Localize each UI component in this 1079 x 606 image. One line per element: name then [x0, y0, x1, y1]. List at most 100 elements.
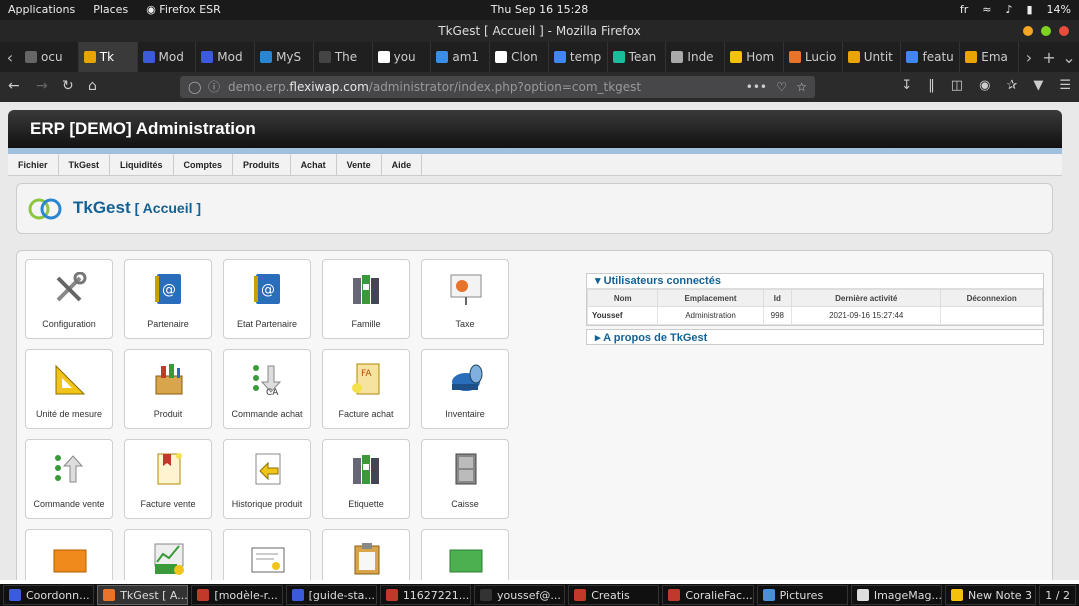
url-bar[interactable]: ◯ ⓘ demo.erp.flexiwap.com/administrator/…	[180, 76, 815, 98]
menu-icon[interactable]: ☰	[1059, 78, 1071, 93]
browser-tab[interactable]: Mod	[138, 42, 197, 72]
tab-scroll-right-icon[interactable]: ›	[1019, 48, 1039, 67]
taskbar-window[interactable]: youssef@...	[474, 585, 566, 605]
browser-tab[interactable]: you	[373, 42, 432, 72]
browser-tab[interactable]: Tean	[608, 42, 667, 72]
card-historique-produit[interactable]: Historique produit	[223, 439, 311, 519]
bookmark-star-icon[interactable]: ☆	[796, 76, 807, 98]
card-taxe[interactable]: Taxe	[421, 259, 509, 339]
menu-produits[interactable]: Produits	[233, 154, 291, 175]
pocket-icon[interactable]: ♡	[776, 76, 787, 98]
card-label: Facture vente	[140, 499, 196, 509]
browser-tab[interactable]: ocu	[20, 42, 79, 72]
card-clipboard[interactable]	[322, 529, 410, 580]
card-orange-card[interactable]	[25, 529, 113, 580]
card-famille[interactable]: Famille	[322, 259, 410, 339]
browser-tab[interactable]: temp	[549, 42, 608, 72]
taskbar-window[interactable]: 11627221...	[379, 585, 472, 605]
browser-tab[interactable]: Inde	[666, 42, 726, 72]
browser-tab[interactable]: MyS	[255, 42, 314, 72]
card-certificate[interactable]	[223, 529, 311, 580]
wifi-icon[interactable]: ≈	[982, 3, 991, 16]
info-icon[interactable]: ⓘ	[208, 76, 220, 98]
menu-comptes[interactable]: Comptes	[174, 154, 234, 175]
back-icon[interactable]: ←	[8, 78, 20, 94]
column-header[interactable]: Emplacement	[657, 289, 764, 307]
home-icon[interactable]: ⌂	[88, 78, 97, 94]
keyboard-layout[interactable]: fr	[960, 3, 968, 16]
card-green-card[interactable]	[421, 529, 509, 580]
card-commande-achat[interactable]: CA Commande achat	[223, 349, 311, 429]
card-etat-partenaire[interactable]: @ Etat Partenaire	[223, 259, 311, 339]
sidebar-icon[interactable]: ◫	[951, 78, 963, 93]
browser-tab[interactable]: Untit	[843, 42, 902, 72]
card-facture-vente[interactable]: Facture vente	[124, 439, 212, 519]
browser-tab[interactable]: Lucio	[784, 42, 843, 72]
menu-fichier[interactable]: Fichier	[8, 154, 59, 175]
taskbar-window[interactable]: TkGest [ A...	[97, 585, 189, 605]
taskbar-window[interactable]: [guide-sta...	[285, 585, 377, 605]
card-commande-vente[interactable]: Commande vente	[25, 439, 113, 519]
vpn-icon[interactable]: ▼	[1033, 78, 1043, 93]
column-header[interactable]: Nom	[586, 289, 659, 307]
downloads-icon[interactable]: ↧	[901, 78, 912, 93]
taskbar-window[interactable]: New Note 3	[945, 585, 1037, 605]
minimize-button[interactable]	[1023, 26, 1033, 36]
column-header[interactable]: Dernière activité	[791, 289, 942, 307]
card-produit[interactable]: Produit	[124, 349, 212, 429]
menu-tkgest[interactable]: TkGest	[59, 154, 111, 175]
card-facture-achat[interactable]: FA Facture achat	[322, 349, 410, 429]
library-icon[interactable]: ‖	[928, 78, 935, 93]
card-chart-money[interactable]	[124, 529, 212, 580]
table-header-row: Nom Emplacement Id Dernière activité Déconne…	[586, 289, 1043, 307]
clock[interactable]: Thu Sep 16 15:28	[0, 3, 1079, 16]
forward-icon[interactable]: →	[36, 78, 48, 94]
browser-tab[interactable]: Clon	[490, 42, 549, 72]
menu-vente[interactable]: Vente	[337, 154, 382, 175]
taskbar-window[interactable]: Pictures	[756, 585, 848, 605]
column-header[interactable]: Déconnexion	[940, 289, 1043, 307]
table-cell[interactable]	[940, 306, 1043, 325]
card-partenaire[interactable]: @ Partenaire	[124, 259, 212, 339]
about-panel-header[interactable]: ▸ A propos de TkGest	[586, 329, 1044, 345]
menu-achat[interactable]: Achat	[291, 154, 337, 175]
page-actions-icon[interactable]: •••	[746, 76, 767, 98]
browser-tab[interactable]: Ema	[960, 42, 1019, 72]
battery-icon[interactable]: ▮	[1026, 3, 1032, 16]
new-tab-icon[interactable]: +	[1039, 48, 1059, 67]
browser-tab[interactable]: The	[314, 42, 373, 72]
tab-list-icon[interactable]: ⌄	[1059, 48, 1079, 67]
browser-tab[interactable]: featu	[901, 42, 961, 72]
taskbar-window[interactable]: ImageMag...	[850, 585, 943, 605]
card-etiquette[interactable]: Etiquette	[322, 439, 410, 519]
connected-users-header[interactable]: ▾ Utilisateurs connectés	[587, 274, 1043, 289]
invoice-in-icon: FA	[349, 362, 385, 396]
volume-icon[interactable]: ♪	[1005, 3, 1012, 16]
card-unit-de-mesure[interactable]: Unité de mesure	[25, 349, 113, 429]
reload-icon[interactable]: ↻	[62, 78, 74, 94]
taskbar-window[interactable]: Coordonn...	[3, 585, 95, 605]
taskbar-window[interactable]: Creatis	[568, 585, 660, 605]
card-configuration[interactable]: Configuration	[25, 259, 113, 339]
card-caisse[interactable]: Caisse	[421, 439, 509, 519]
page-subtitle: [ Accueil ]	[134, 200, 202, 216]
browser-tab[interactable]: Hom	[725, 42, 784, 72]
card-inventaire[interactable]: Inventaire	[421, 349, 509, 429]
card-label: Historique produit	[231, 499, 303, 509]
browser-tab[interactable]: Tk	[78, 42, 138, 72]
workspace-switcher[interactable]: 1 / 2	[1039, 585, 1076, 605]
tab-scroll-left-icon[interactable]: ‹	[0, 48, 20, 67]
browser-tab[interactable]: am1	[431, 42, 491, 72]
menu-aide[interactable]: Aide	[382, 154, 423, 175]
close-button[interactable]	[1059, 26, 1069, 36]
account-icon[interactable]: ◉	[979, 78, 990, 93]
taskbar-window[interactable]: [modèle-r...	[191, 585, 283, 605]
menu-liquidités[interactable]: Liquidités	[110, 154, 174, 175]
shield-icon[interactable]: ◯	[188, 76, 201, 98]
taskbar-window[interactable]: CoralieFac...	[662, 585, 754, 605]
browser-tab[interactable]: Mod	[196, 42, 256, 72]
extension-icon[interactable]: ✰	[1006, 78, 1017, 93]
tools-icon	[52, 271, 88, 306]
column-header[interactable]: Id	[762, 289, 793, 307]
maximize-button[interactable]	[1041, 26, 1051, 36]
